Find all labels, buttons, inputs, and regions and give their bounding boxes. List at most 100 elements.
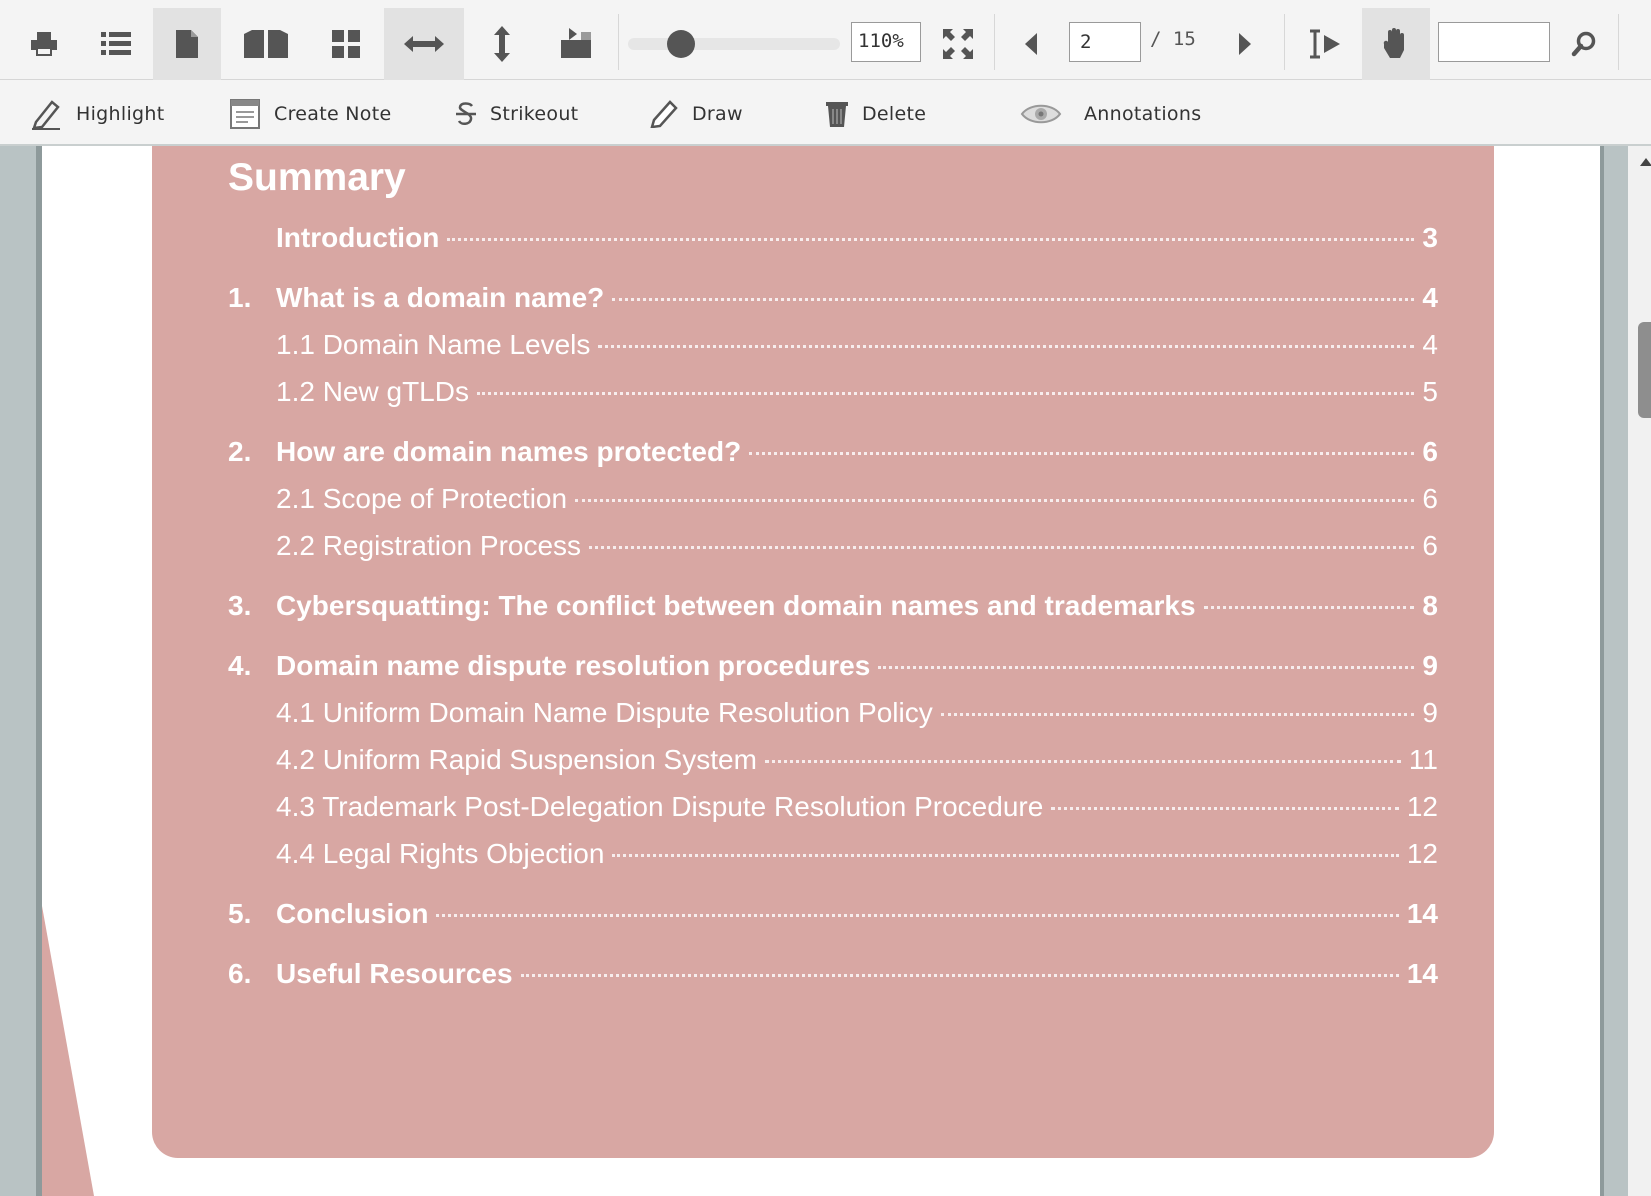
create-note-button[interactable]: Create Note xyxy=(230,94,391,134)
toc-dot-leader xyxy=(764,760,1401,763)
toc-entry-page: 9 xyxy=(1422,697,1438,728)
toc-entry[interactable]: Introduction 3 xyxy=(228,222,1438,258)
toc-entry-page: 4 xyxy=(1422,329,1438,360)
document-page: Summary Introduction 3 1. What is a domain … xyxy=(42,146,1600,1196)
facing-pages-view-button[interactable] xyxy=(232,8,300,80)
fit-height-button[interactable] xyxy=(468,8,536,80)
previous-page-button[interactable] xyxy=(1000,8,1064,80)
toc-entry[interactable]: 4.1 Uniform Domain Name Dispute Resoluti… xyxy=(228,697,1438,733)
search-input[interactable] xyxy=(1438,22,1550,62)
outline-list-icon xyxy=(101,32,131,55)
fullscreen-icon xyxy=(943,29,973,59)
rotate-page-icon xyxy=(561,28,591,58)
toc-entry-page: 6 xyxy=(1422,436,1438,467)
fit-width-button[interactable] xyxy=(384,8,464,80)
scrollbar-thumb[interactable] xyxy=(1638,322,1651,418)
toc-dot-leader xyxy=(1203,606,1415,609)
toc-entry-page: 11 xyxy=(1408,744,1438,775)
eye-icon xyxy=(1020,101,1062,127)
zoom-slider-thumb[interactable] xyxy=(667,30,695,58)
vertical-scrollbar[interactable] xyxy=(1628,146,1651,1196)
toc-entry-page: 14 xyxy=(1406,898,1438,929)
toc-entry[interactable]: 2.2 Registration Process 6 xyxy=(228,530,1438,566)
strikeout-label: Strikeout xyxy=(490,103,579,125)
zoom-slider-track[interactable] xyxy=(628,38,840,50)
toc-entry[interactable]: 3. Cybersquatting: The conflict between d… xyxy=(228,590,1438,626)
fullscreen-button[interactable] xyxy=(924,8,992,80)
next-page-button[interactable] xyxy=(1212,8,1276,80)
search-button[interactable] xyxy=(1552,8,1616,80)
delete-label: Delete xyxy=(862,103,927,125)
toc-dot-leader xyxy=(520,974,1399,977)
toc-entry-title: 4.3 Trademark Post-Delegation Dispute Re… xyxy=(276,791,1044,822)
toc-entry[interactable]: 4.2 Uniform Rapid Suspension System 11 xyxy=(228,744,1438,780)
toc-dot-leader xyxy=(436,914,1399,917)
highlight-pen-icon xyxy=(30,98,62,130)
toc-entry[interactable]: 6. Useful Resources 14 xyxy=(228,958,1438,994)
toc-entry-title: Cybersquatting: The conflict between dom… xyxy=(276,590,1196,621)
text-select-tool-button[interactable] xyxy=(1290,8,1358,80)
annotations-toggle-button[interactable]: Annotations xyxy=(1020,94,1201,134)
toc-entry[interactable]: 1.1 Domain Name Levels 4 xyxy=(228,329,1438,365)
zoom-level-field[interactable]: 110% xyxy=(851,22,921,62)
toc-entry[interactable]: 2.1 Scope of Protection 6 xyxy=(228,483,1438,519)
toc-entry-title: What is a domain name? xyxy=(276,282,605,313)
toc-dot-leader xyxy=(749,452,1415,455)
pan-tool-button[interactable] xyxy=(1362,8,1430,80)
toc-entry-page: 9 xyxy=(1422,650,1438,681)
toc-entry-title: Useful Resources xyxy=(276,958,513,989)
toc-entry-page: 4 xyxy=(1422,282,1438,313)
toc-entry-title: Conclusion xyxy=(276,898,429,929)
toc-entry-number: 5. xyxy=(228,898,252,929)
toc-dot-leader xyxy=(612,298,1415,301)
print-button[interactable] xyxy=(10,8,78,80)
toc-dot-leader xyxy=(940,713,1415,716)
toc-dot-leader xyxy=(476,392,1415,395)
toc-dot-leader xyxy=(1051,807,1399,810)
toc-entry-page: 3 xyxy=(1422,222,1438,253)
toc-entry-page: 5 xyxy=(1422,376,1438,407)
toc-entry-number: 4. xyxy=(228,650,252,681)
document-viewport[interactable]: Summary Introduction 3 1. What is a domain … xyxy=(0,146,1651,1196)
toc-entry[interactable]: 1.2 New gTLDs 5 xyxy=(228,376,1438,412)
toc-entry[interactable]: 2. How are domain names protected? 6 xyxy=(228,436,1438,472)
toc-entry-page: 8 xyxy=(1422,590,1438,621)
toc-dot-leader xyxy=(598,345,1415,348)
toc-entry-title: 2.1 Scope of Protection xyxy=(276,483,568,514)
highlight-button[interactable]: Highlight xyxy=(30,94,164,134)
toc-dot-leader xyxy=(575,499,1415,502)
delete-button[interactable]: Delete xyxy=(826,94,926,134)
toc-entry-page: 14 xyxy=(1406,958,1438,989)
toc-entry-title: How are domain names protected? xyxy=(276,436,742,467)
toc-entry-page: 12 xyxy=(1406,791,1438,822)
toc-entry-page: 6 xyxy=(1422,530,1438,561)
next-page-icon xyxy=(1239,33,1251,55)
toc-entry[interactable]: 5. Conclusion 14 xyxy=(228,898,1438,934)
pan-hand-icon xyxy=(1383,28,1404,58)
toc-entry-title: Domain name dispute resolution procedure… xyxy=(276,650,871,681)
trash-icon xyxy=(826,100,848,128)
draw-button[interactable]: Draw xyxy=(650,94,743,134)
rotate-page-button[interactable] xyxy=(542,8,610,80)
page-number-input[interactable]: 2 xyxy=(1069,22,1141,62)
toc-entry[interactable]: 4.3 Trademark Post-Delegation Dispute Re… xyxy=(228,791,1438,827)
strikeout-button[interactable]: Strikeout xyxy=(456,94,578,134)
toc-entry-number: 2. xyxy=(228,436,252,467)
toc-entry[interactable]: 1. What is a domain name? 4 xyxy=(228,282,1438,318)
toc-dot-leader xyxy=(589,546,1415,549)
toc-dot-leader xyxy=(612,854,1399,857)
single-page-view-button[interactable] xyxy=(153,8,221,80)
page-corner-decoration xyxy=(42,906,94,1196)
toc-entry[interactable]: 4. Domain name dispute resolution procedu… xyxy=(228,650,1438,686)
scroll-up-arrow-icon[interactable] xyxy=(1640,158,1651,166)
thumbnails-grid-icon xyxy=(332,30,360,58)
outline-button[interactable] xyxy=(82,8,150,80)
toc-entry[interactable]: 4.4 Legal Rights Objection 12 xyxy=(228,838,1438,874)
draw-label: Draw xyxy=(692,103,743,125)
toc-entry-title: 4.1 Uniform Domain Name Dispute Resoluti… xyxy=(276,697,933,728)
thumbnails-view-button[interactable] xyxy=(312,8,380,80)
strikeout-icon xyxy=(456,101,476,127)
page-total-label: / 15 xyxy=(1150,28,1196,50)
note-icon xyxy=(230,99,260,129)
toc-entry-title: 1.2 New gTLDs xyxy=(276,376,469,407)
